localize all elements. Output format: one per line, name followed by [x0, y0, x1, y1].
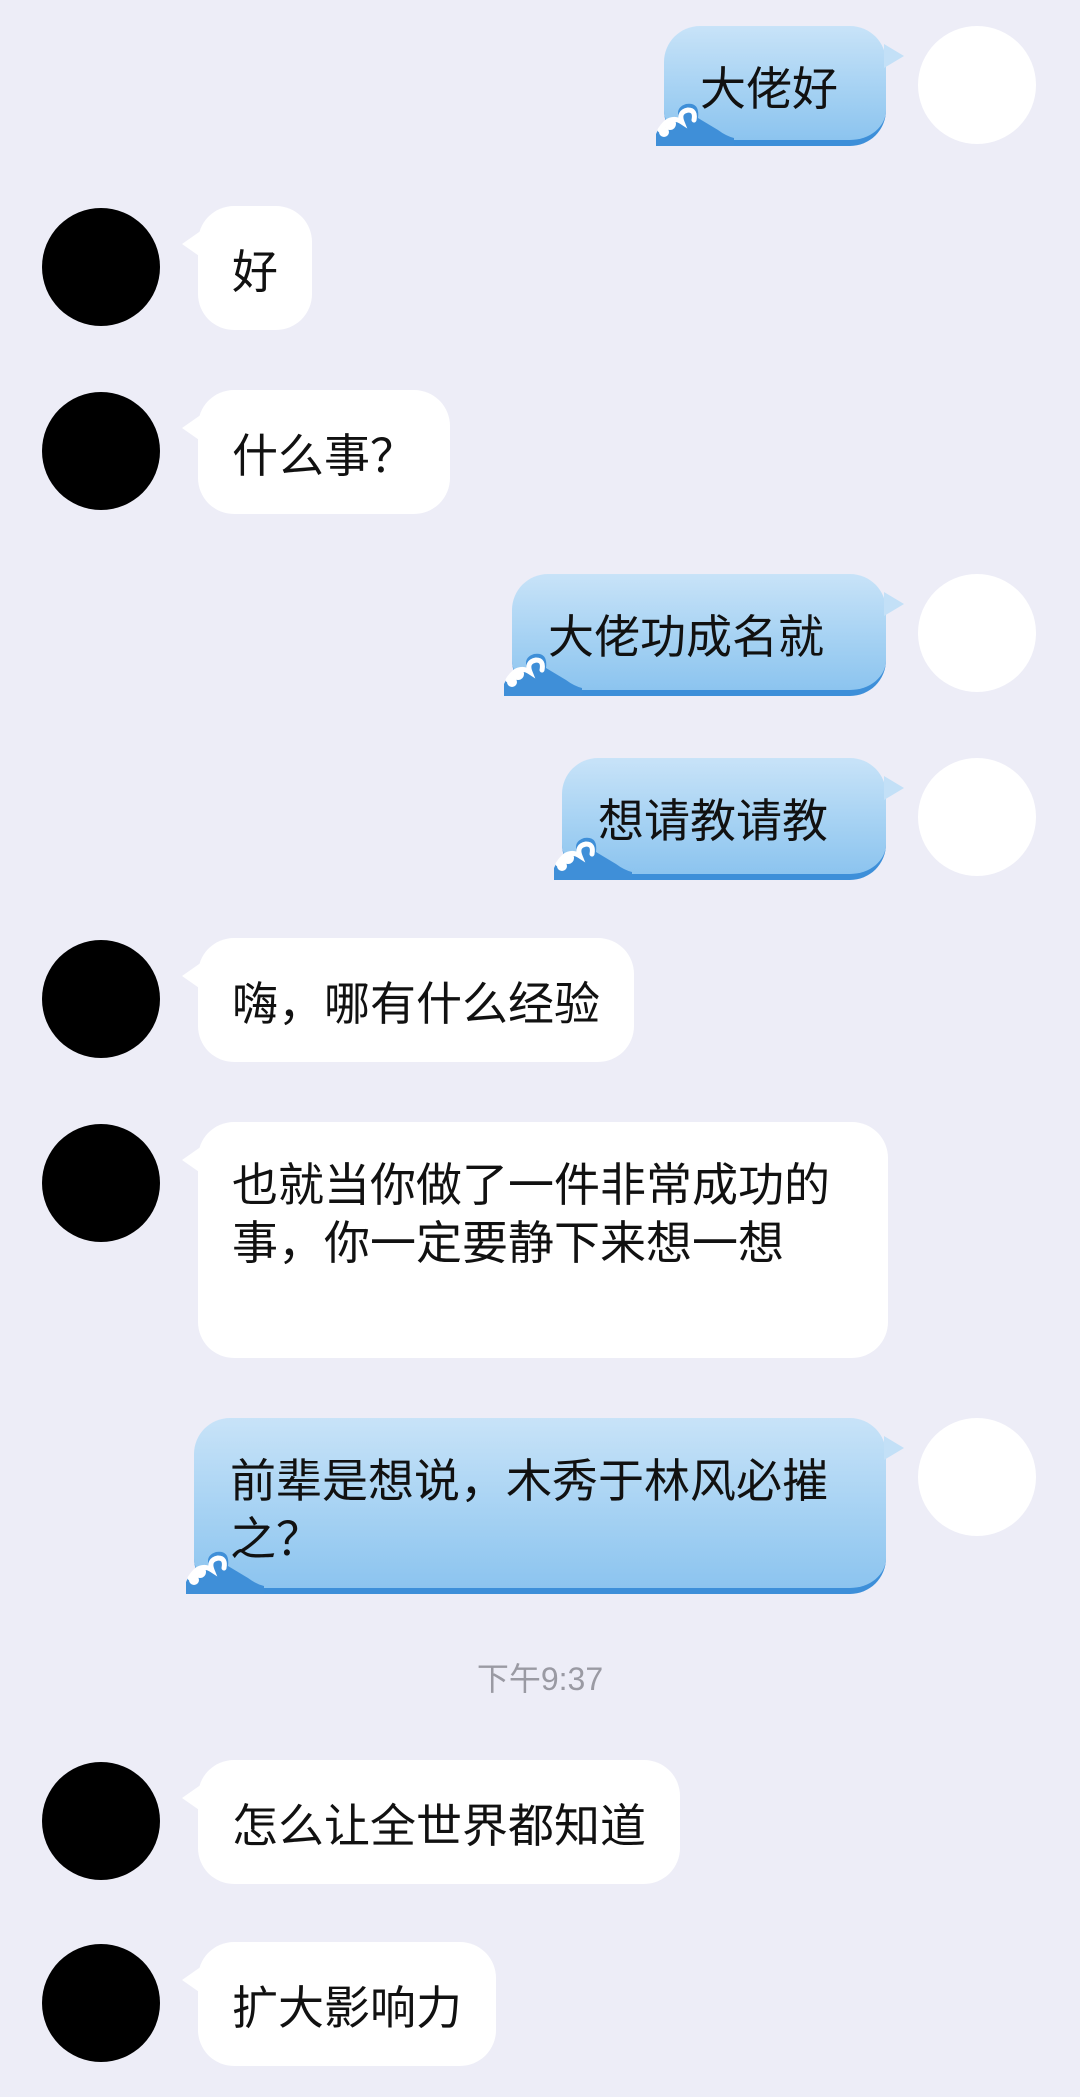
- message-bubble-outgoing[interactable]: 想请教请教: [554, 758, 904, 880]
- message-row: 嗨，哪有什么经验: [0, 936, 1080, 1064]
- message-row: 什么事？: [0, 388, 1080, 514]
- message-text: 怎么让全世界都知道: [232, 1799, 646, 1853]
- message-text: 好: [232, 245, 278, 299]
- message-bubble-incoming[interactable]: 好: [182, 206, 312, 330]
- avatar[interactable]: [42, 392, 160, 510]
- avatar[interactable]: [918, 26, 1036, 144]
- message-row: 扩大影响力: [0, 1942, 1080, 2070]
- message-text: 前辈是想说，木秀于林风必摧之？: [230, 1454, 828, 1566]
- message-row: 想请教请教: [0, 754, 1080, 882]
- message-bubble-incoming[interactable]: 怎么让全世界都知道: [182, 1760, 680, 1884]
- avatar[interactable]: [42, 208, 160, 326]
- chat-view[interactable]: 大佬好 好 什么事？ 大佬功成名就 想请教请教 嗨，哪有什么经验 也就当你做了一…: [0, 0, 1080, 2097]
- message-row: 前辈是想说，木秀于林风必摧之？: [0, 1414, 1080, 1594]
- message-row: 大佬功成名就: [0, 570, 1080, 698]
- message-text: 什么事？: [232, 429, 416, 483]
- message-text: 扩大影响力: [232, 1981, 462, 2035]
- timestamp-divider: 下午9:37: [476, 1661, 604, 1697]
- message-row: 也就当你做了一件非常成功的事，你一定要静下来想一想: [0, 1120, 1080, 1360]
- message-row: 好: [0, 204, 1080, 330]
- avatar[interactable]: [42, 940, 160, 1058]
- avatar[interactable]: [42, 1944, 160, 2062]
- wave-decoration-icon: [186, 1551, 264, 1594]
- avatar[interactable]: [42, 1762, 160, 1880]
- message-bubble-incoming[interactable]: 也就当你做了一件非常成功的事，你一定要静下来想一想: [182, 1122, 888, 1358]
- message-row: 怎么让全世界都知道: [0, 1758, 1080, 1886]
- avatar[interactable]: [918, 758, 1036, 876]
- message-text: 大佬功成名就: [548, 610, 824, 664]
- message-row: 大佬好: [0, 22, 1080, 146]
- message-bubble-incoming[interactable]: 什么事？: [182, 390, 450, 514]
- avatar[interactable]: [918, 574, 1036, 692]
- message-text: 嗨，哪有什么经验: [232, 977, 600, 1031]
- wave-decoration-icon: [656, 103, 734, 146]
- wave-decoration-icon: [504, 653, 582, 696]
- message-bubble-outgoing[interactable]: 前辈是想说，木秀于林风必摧之？: [186, 1418, 904, 1594]
- message-text: 想请教请教: [598, 794, 828, 848]
- message-bubble-incoming[interactable]: 嗨，哪有什么经验: [182, 938, 634, 1062]
- message-bubble-outgoing[interactable]: 大佬功成名就: [504, 574, 904, 696]
- avatar[interactable]: [42, 1124, 160, 1242]
- wave-decoration-icon: [554, 837, 632, 880]
- message-bubble-incoming[interactable]: 扩大影响力: [182, 1942, 496, 2066]
- message-bubble-outgoing[interactable]: 大佬好: [656, 26, 904, 146]
- avatar[interactable]: [918, 1418, 1036, 1536]
- message-text: 也就当你做了一件非常成功的事，你一定要静下来想一想: [232, 1158, 830, 1270]
